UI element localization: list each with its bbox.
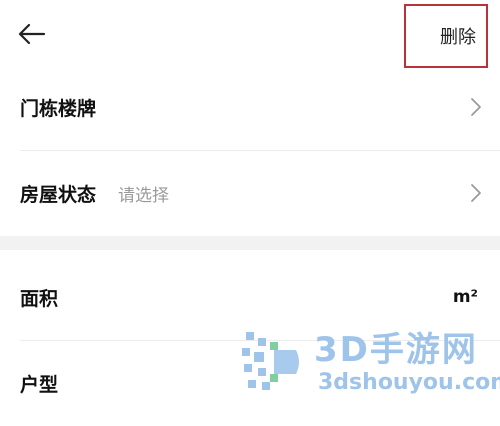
back-button[interactable] [12,14,52,54]
door-number-row[interactable]: 门栋楼牌 [0,64,500,150]
watermark: 3D手游网 3dshouyou.com [240,322,500,400]
chevron-right-icon [471,184,481,202]
area-label: 面积 [20,287,59,310]
watermark-title: 3D手游网 [314,330,478,370]
section-gap [0,236,500,250]
chevron-right-icon [471,98,481,116]
layout-label: 户型 [20,373,59,396]
watermark-logo-icon [242,332,299,390]
house-status-row[interactable]: 房屋状态 请选择 [0,150,500,236]
area-unit: m² [452,287,478,307]
delete-button[interactable]: 删除 [404,4,488,68]
watermark-domain: 3dshouyou.com [318,370,500,395]
top-bar: 删除 [0,0,500,68]
house-status-placeholder: 请选择 [118,185,170,206]
arrow-left-icon [18,23,46,45]
house-status-label: 房屋状态 [20,183,97,206]
door-number-label: 门栋楼牌 [20,97,97,120]
